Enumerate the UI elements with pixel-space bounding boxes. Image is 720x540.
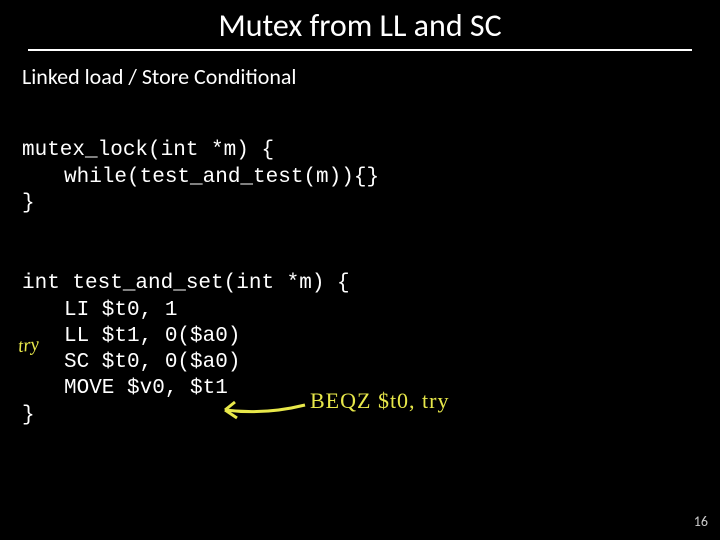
code-line: while(test_and_test(m)){} bbox=[22, 166, 379, 189]
code-line: } bbox=[22, 404, 35, 427]
code-line: int test_and_set(int *m) { bbox=[22, 272, 350, 295]
annotation-beqz: BEQZ $t0, try bbox=[310, 388, 450, 414]
code-line: SC $t0, 0($a0) bbox=[22, 351, 240, 374]
subtitle: Linked load / Store Conditional bbox=[0, 51, 720, 90]
code-line: LI $t0, 1 bbox=[22, 299, 177, 322]
code-line: LL $t1, 0($a0) bbox=[22, 325, 240, 348]
code-block-1: mutex_lock(int *m) { while(test_and_test… bbox=[0, 90, 720, 217]
code-line: MOVE $v0, $t1 bbox=[22, 377, 228, 400]
code-line: } bbox=[22, 192, 35, 215]
page-number: 16 bbox=[694, 513, 708, 530]
code-line: mutex_lock(int *m) { bbox=[22, 139, 274, 162]
annotation-try: try bbox=[17, 334, 40, 358]
slide-title: Mutex from LL and SC bbox=[0, 0, 720, 45]
